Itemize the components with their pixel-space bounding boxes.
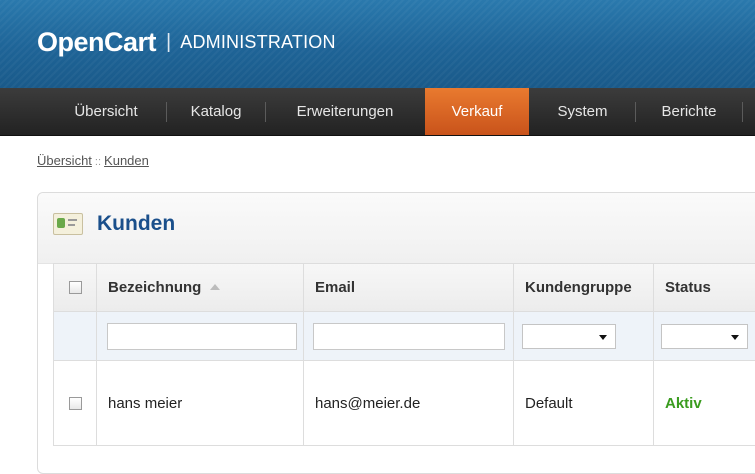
- select-all-checkbox[interactable]: [69, 281, 82, 294]
- logo-subtitle: ADMINISTRATION: [180, 32, 336, 52]
- column-header-name-label: Bezeichnung: [108, 279, 202, 296]
- cell-email: hans@meier.de: [304, 361, 514, 445]
- chevron-down-icon: [731, 334, 739, 340]
- logo-brand: OpenCart: [37, 27, 157, 57]
- row-select-cell: [54, 361, 97, 445]
- status-badge: Aktiv: [654, 361, 755, 445]
- filter-email-cell: [304, 312, 514, 360]
- filter-empty-cell: [54, 312, 97, 360]
- breadcrumb: Übersicht:: Kunden: [37, 153, 149, 168]
- breadcrumb-separator: ::: [94, 156, 102, 168]
- logo[interactable]: OpenCart | ADMINISTRATION: [37, 27, 336, 58]
- filter-email-input[interactable]: [313, 322, 505, 350]
- filter-status-cell: [654, 312, 755, 360]
- select-all-cell: [54, 264, 97, 311]
- menu-item-berichte[interactable]: Berichte: [636, 88, 742, 135]
- menu-item-verkauf[interactable]: Verkauf: [425, 88, 529, 135]
- table-header-row: Bezeichnung Email Kundengruppe Status: [54, 264, 755, 312]
- breadcrumb-kunden[interactable]: Kunden: [104, 153, 149, 168]
- table-row: hans meier hans@meier.de Default Aktiv: [54, 361, 755, 446]
- column-header-email[interactable]: Email: [304, 264, 514, 311]
- filter-status-select[interactable]: [661, 323, 748, 349]
- customer-card-icon: [53, 213, 83, 235]
- filter-name-input[interactable]: [107, 322, 297, 350]
- breadcrumb-uebersicht[interactable]: Übersicht: [37, 153, 92, 168]
- column-header-name[interactable]: Bezeichnung: [97, 264, 304, 311]
- main-menu: Übersicht Katalog Erweiterungen Verkauf …: [0, 88, 755, 136]
- app-header: OpenCart | ADMINISTRATION: [0, 0, 755, 88]
- row-checkbox[interactable]: [69, 396, 82, 410]
- filter-group-cell: [514, 312, 654, 360]
- filter-name-cell: [97, 312, 304, 360]
- menu-item-system[interactable]: System: [530, 88, 635, 135]
- menu-item-katalog[interactable]: Katalog: [167, 88, 265, 135]
- chevron-down-icon: [599, 334, 607, 340]
- panel-heading: Kunden: [38, 193, 755, 264]
- sort-ascending-icon: [210, 283, 221, 290]
- menu-item-erweiterungen[interactable]: Erweiterungen: [266, 88, 424, 135]
- filter-group-select[interactable]: [522, 323, 616, 349]
- column-header-group[interactable]: Kundengruppe: [514, 264, 654, 311]
- table-filter-row: [54, 312, 755, 361]
- cell-group: Default: [514, 361, 654, 445]
- logo-separator: |: [166, 31, 172, 53]
- page-title: Kunden: [97, 212, 176, 235]
- column-header-status[interactable]: Status: [654, 264, 755, 311]
- menu-item-uebersicht[interactable]: Übersicht: [46, 88, 166, 135]
- cell-name: hans meier: [97, 361, 304, 445]
- customer-table: Bezeichnung Email Kundengruppe Status ha…: [53, 263, 755, 446]
- menu-divider: [742, 102, 743, 122]
